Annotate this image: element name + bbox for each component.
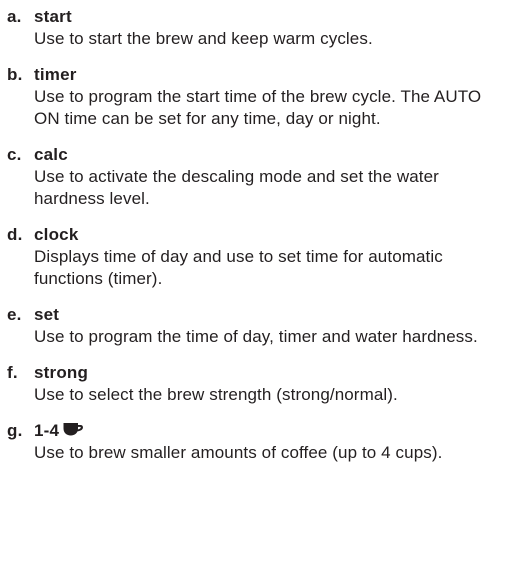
item-letter: e.: [7, 305, 22, 324]
item-letter: b.: [7, 65, 23, 84]
item-heading: f. strong: [7, 362, 507, 384]
item-title: calc: [34, 145, 68, 164]
item-title: strong: [34, 363, 89, 382]
item-description: Use to activate the descaling mode and s…: [34, 167, 439, 208]
item-letter: f.: [7, 363, 18, 382]
item-title: 1-4: [34, 421, 60, 440]
item-letter: a.: [7, 7, 22, 26]
list-item-calc: c. calc Use to activate the descaling mo…: [7, 144, 507, 210]
item-letter: c.: [7, 145, 22, 164]
coffee-cup-icon: [63, 423, 84, 436]
item-description: Use to start the brew and keep warm cycl…: [34, 29, 373, 48]
item-heading: e. set: [7, 304, 507, 326]
item-description: Use to program the time of day, timer an…: [34, 327, 478, 346]
item-heading: c. calc: [7, 144, 507, 166]
button-description-list: a. start Use to start the brew and keep …: [0, 0, 507, 464]
item-description: Use to program the start time of the bre…: [34, 87, 482, 128]
item-heading: d. clock: [7, 224, 507, 246]
item-heading: a. start: [7, 6, 507, 28]
item-title: start: [34, 7, 72, 26]
item-description: Use to select the brew strength (strong/…: [34, 385, 398, 404]
item-letter: d.: [7, 225, 23, 244]
list-item-set: e. set Use to program the time of day, t…: [7, 304, 507, 348]
item-title: timer: [34, 65, 77, 84]
list-item-timer: b. timer Use to program the start time o…: [7, 64, 507, 130]
list-item-1-4-cups: g. 1-4 Use to brew smaller amounts of co…: [7, 420, 507, 464]
list-item-strong: f. strong Use to select the brew strengt…: [7, 362, 507, 406]
item-description: Use to brew smaller amounts of coffee (u…: [34, 443, 443, 462]
item-title: clock: [34, 225, 79, 244]
list-item-clock: d. clock Displays time of day and use to…: [7, 224, 507, 290]
list-item-start: a. start Use to start the brew and keep …: [7, 6, 507, 50]
item-description: Displays time of day and use to set time…: [34, 247, 443, 288]
item-title: set: [34, 305, 60, 324]
item-letter: g.: [7, 421, 23, 440]
item-heading: g. 1-4: [7, 420, 507, 442]
item-heading: b. timer: [7, 64, 507, 86]
